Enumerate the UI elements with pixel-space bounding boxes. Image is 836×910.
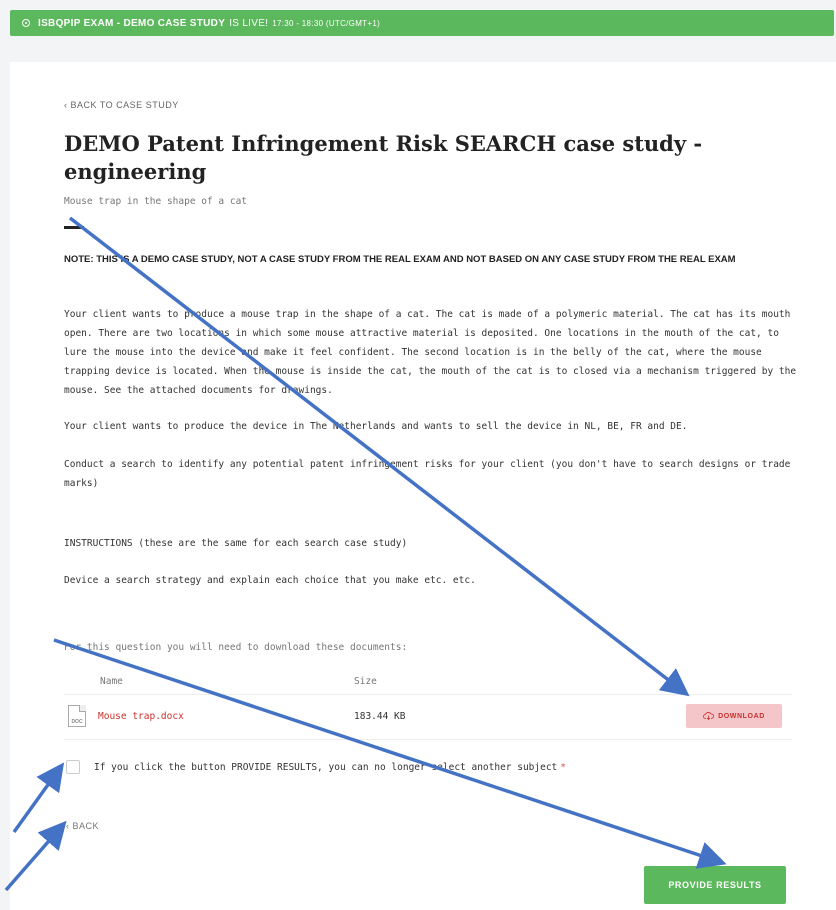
live-banner: ISBQPIP EXAM - DEMO CASE STUDY IS LIVE! … bbox=[10, 10, 834, 36]
demo-note: NOTE: THIS IS A DEMO CASE STUDY, NOT A C… bbox=[64, 254, 736, 265]
back-to-case-study-link[interactable]: ‹ BACK TO CASE STUDY bbox=[64, 100, 179, 110]
case-task: Conduct a search to identify any potenti… bbox=[64, 459, 791, 489]
document-file-icon: DOC bbox=[68, 705, 86, 727]
case-description: Your client wants to produce a mouse tra… bbox=[64, 309, 797, 396]
page-title: DEMO Patent Infringement Risk SEARCH cas… bbox=[64, 131, 703, 184]
consent-row: If you click the button PROVIDE RESULTS,… bbox=[66, 760, 566, 774]
consent-checkbox[interactable] bbox=[66, 760, 80, 774]
case-market: Your client wants to produce the device … bbox=[64, 421, 688, 432]
download-label: DOWNLOAD bbox=[718, 712, 765, 720]
documents-intro: For this question you will need to downl… bbox=[64, 642, 408, 653]
file-name-link[interactable]: Mouse trap.docx bbox=[98, 711, 184, 722]
title-divider bbox=[64, 226, 84, 229]
banner-exam-name: ISBQPIP EXAM - DEMO CASE STUDY bbox=[38, 17, 226, 29]
consent-label: If you click the button PROVIDE RESULTS,… bbox=[94, 761, 558, 773]
file-size: 183.44 KB bbox=[354, 711, 406, 722]
provide-results-button[interactable]: PROVIDE RESULTS bbox=[644, 866, 786, 904]
banner-time: 17:30 - 18:30 (UTC/GMT+1) bbox=[272, 18, 381, 28]
page-subtitle: Mouse trap in the shape of a cat bbox=[64, 196, 248, 207]
case-study-card: ‹ BACK TO CASE STUDY DEMO Patent Infring… bbox=[10, 62, 836, 910]
back-link[interactable]: ‹ BACK bbox=[66, 821, 99, 831]
file-type-label: DOC bbox=[71, 719, 83, 725]
column-size-header: Size bbox=[354, 676, 377, 687]
required-marker: * bbox=[560, 761, 567, 773]
cloud-download-icon bbox=[703, 712, 714, 720]
instructions-heading: INSTRUCTIONS (these are the same for eac… bbox=[64, 538, 408, 549]
banner-live-text: IS LIVE! bbox=[229, 17, 269, 29]
instructions-text: Device a search strategy and explain eac… bbox=[64, 575, 476, 586]
column-name-header: Name bbox=[100, 676, 123, 687]
table-row: DOC Mouse trap.docx 183.44 KB DOWNLOAD bbox=[64, 694, 792, 740]
download-button[interactable]: DOWNLOAD bbox=[686, 704, 782, 728]
live-indicator-icon bbox=[22, 19, 30, 27]
documents-table-header: Name Size bbox=[64, 670, 792, 694]
